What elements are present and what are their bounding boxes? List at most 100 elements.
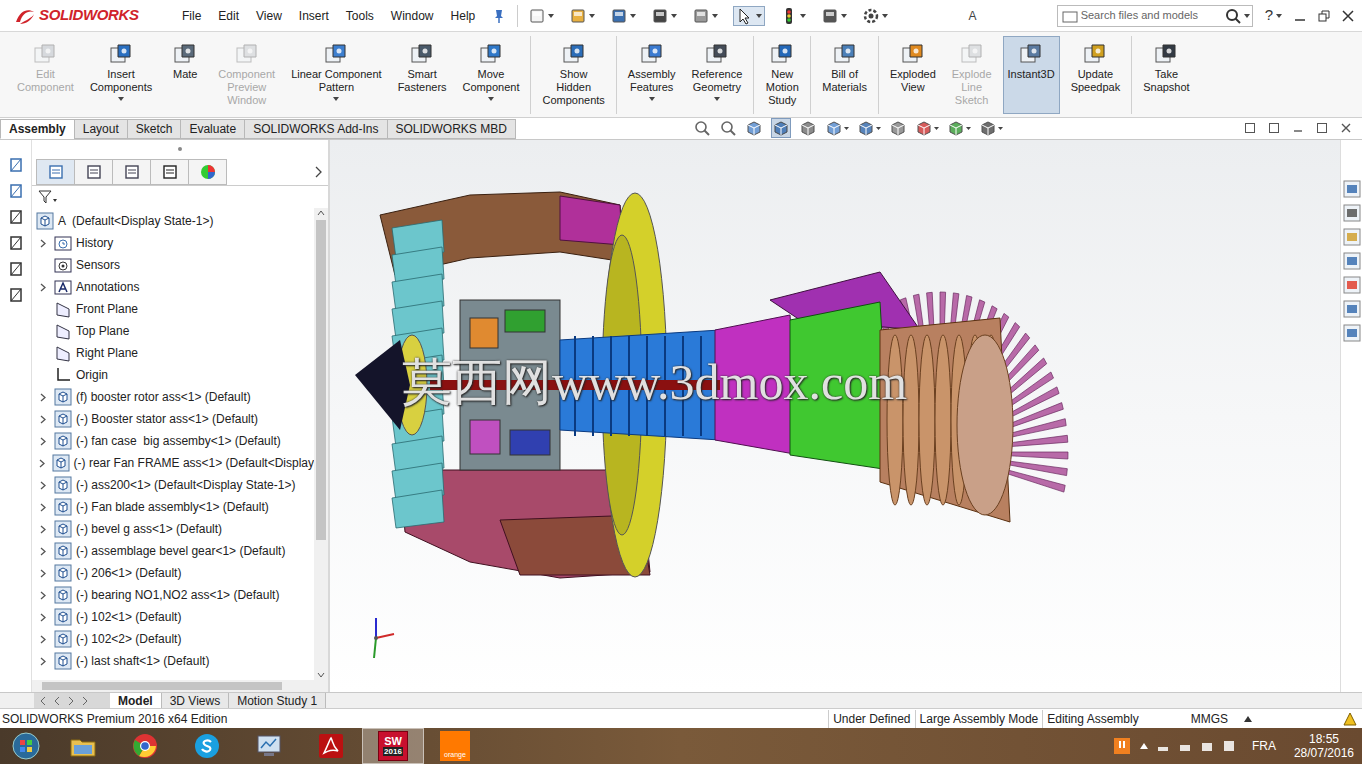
ribbon-button[interactable]: SmartFasteners bbox=[393, 36, 452, 114]
view-tool-button[interactable] bbox=[799, 119, 817, 137]
menu-item[interactable]: Insert bbox=[299, 7, 329, 25]
tree-item[interactable]: Sensors bbox=[32, 254, 314, 276]
help-button[interactable]: ? bbox=[1265, 4, 1273, 27]
quick-tool-button[interactable] bbox=[692, 7, 718, 25]
command-tab[interactable]: Evaluate bbox=[180, 119, 245, 139]
filter-row[interactable] bbox=[32, 186, 328, 208]
taskbar-app[interactable]: orange bbox=[424, 728, 486, 764]
view-tool-button[interactable] bbox=[915, 119, 939, 137]
command-tab[interactable]: SOLIDWORKS MBD bbox=[387, 119, 516, 139]
tree-hscrollbar[interactable] bbox=[32, 680, 328, 692]
taskbar-app[interactable]: SW2016 bbox=[362, 728, 424, 764]
tree-item[interactable]: (-) 206<1> (Default) bbox=[32, 562, 314, 584]
view-tool-button[interactable] bbox=[947, 119, 971, 137]
menu-item[interactable]: Help bbox=[451, 7, 476, 25]
command-tab[interactable]: Layout bbox=[74, 119, 128, 139]
tree-item[interactable]: (f) booster rotor ass<1> (Default) bbox=[32, 386, 314, 408]
quick-tool-button[interactable] bbox=[780, 7, 806, 25]
engine-model[interactable] bbox=[330, 140, 1340, 692]
view-tool-button[interactable] bbox=[857, 119, 881, 137]
tree-item[interactable]: Top Plane bbox=[32, 320, 314, 342]
ribbon-button[interactable]: ShowHiddenComponents bbox=[537, 36, 609, 114]
graphics-area[interactable]: 莫西网www.3dmox.com bbox=[330, 140, 1340, 692]
command-tab[interactable]: Sketch bbox=[127, 119, 182, 139]
tree-item[interactable]: (-) bevel g ass<1> (Default) bbox=[32, 518, 314, 540]
view-tool-button[interactable] bbox=[719, 119, 737, 137]
ribbon-button[interactable]: NewMotionStudy bbox=[760, 36, 804, 114]
view-tool-button[interactable] bbox=[693, 119, 711, 137]
menu-item[interactable]: View bbox=[256, 7, 282, 25]
tree-item[interactable]: Origin bbox=[32, 364, 314, 386]
panel-tab[interactable] bbox=[36, 159, 75, 185]
menu-item[interactable]: Window bbox=[391, 7, 434, 25]
ribbon-button[interactable]: UpdateSpeedpak bbox=[1066, 36, 1126, 114]
taskbar-app[interactable] bbox=[176, 728, 238, 764]
tree-item[interactable]: (-) Booster stator ass<1> (Default) bbox=[32, 408, 314, 430]
ribbon-button[interactable]: AssemblyFeatures bbox=[623, 36, 681, 114]
panel-tab[interactable] bbox=[112, 159, 151, 185]
menu-item[interactable]: Edit bbox=[218, 7, 239, 25]
tree-item[interactable]: (-) fan case big assemby<1> (Default) bbox=[32, 430, 314, 452]
command-tab[interactable]: SOLIDWORKS Add-Ins bbox=[244, 119, 387, 139]
command-tab[interactable]: Assembly bbox=[0, 119, 75, 139]
task-pane-strip bbox=[1340, 140, 1362, 692]
tree-item[interactable]: (-) ass200<1> (Default<Display State-1>) bbox=[32, 474, 314, 496]
tree-item[interactable]: (-) rear Fan FRAME ass<1> (Default<Displ… bbox=[32, 452, 314, 474]
quick-tool-button[interactable] bbox=[528, 7, 554, 25]
tree-item[interactable]: (-) last shaft<1> (Default) bbox=[32, 650, 314, 672]
clock[interactable]: 18:5528/07/2016 bbox=[1294, 732, 1354, 760]
ribbon-button[interactable]: MoveComponent bbox=[458, 36, 525, 114]
search-box[interactable]: Search files and models bbox=[1057, 5, 1253, 27]
ribbon-button[interactable]: Bill ofMaterials bbox=[817, 36, 872, 114]
tree-item[interactable]: History bbox=[32, 232, 314, 254]
tree-item[interactable]: Annotations bbox=[32, 276, 314, 298]
view-tool-button[interactable] bbox=[825, 119, 849, 137]
tree-scrollbar[interactable] bbox=[314, 208, 328, 680]
tree-item[interactable]: (-) bearing NO1,NO2 ass<1> (Default) bbox=[32, 584, 314, 606]
taskbar-app[interactable] bbox=[238, 728, 300, 764]
taskbar-app[interactable] bbox=[300, 728, 362, 764]
start-button[interactable] bbox=[0, 731, 52, 761]
taskbar-app[interactable] bbox=[114, 728, 176, 764]
assembly-icon bbox=[54, 520, 72, 538]
bottom-tab[interactable]: 3D Views bbox=[162, 693, 229, 708]
menu-item[interactable]: File bbox=[182, 7, 201, 25]
panel-tab[interactable] bbox=[74, 159, 113, 185]
panel-tab[interactable] bbox=[188, 159, 227, 185]
quick-tool-button[interactable] bbox=[569, 7, 595, 25]
tree-item[interactable]: Front Plane bbox=[32, 298, 314, 320]
bottom-tab[interactable]: Motion Study 1 bbox=[229, 693, 326, 708]
language-indicator[interactable]: FRA bbox=[1252, 737, 1276, 755]
tree-item[interactable]: (-) 102<2> (Default) bbox=[32, 628, 314, 650]
logo[interactable]: SOLIDWORKS bbox=[0, 4, 178, 27]
panel-tabs bbox=[32, 158, 328, 186]
quick-tool-button[interactable] bbox=[862, 7, 888, 25]
ribbon-button[interactable]: TakeSnapshot bbox=[1138, 36, 1194, 114]
bottom-tab[interactable]: Model bbox=[110, 693, 162, 708]
ribbon-button[interactable]: Linear ComponentPattern bbox=[286, 36, 387, 114]
view-tool-button[interactable] bbox=[771, 118, 791, 138]
tray-icon bbox=[1156, 739, 1170, 753]
menu-item[interactable]: Tools bbox=[346, 7, 374, 25]
ribbon-button[interactable]: InsertComponents bbox=[85, 36, 157, 114]
panel-tab[interactable] bbox=[150, 159, 189, 185]
tree-item[interactable]: (-) Fan blade assembly<1> (Default) bbox=[32, 496, 314, 518]
tree-item[interactable]: (-) assemblage bevel gear<1> (Default) bbox=[32, 540, 314, 562]
ribbon-button[interactable]: ExplodedView bbox=[885, 36, 941, 114]
ribbon-button[interactable]: Mate bbox=[163, 36, 207, 114]
quick-tool-button[interactable] bbox=[733, 6, 765, 26]
ribbon-button[interactable]: ReferenceGeometry bbox=[687, 36, 748, 114]
quick-tool-button[interactable] bbox=[610, 7, 636, 25]
view-tool-button[interactable] bbox=[745, 119, 763, 137]
taskbar-app[interactable] bbox=[52, 728, 114, 764]
tab-scroll-buttons[interactable] bbox=[34, 693, 110, 708]
quick-tool-button[interactable] bbox=[821, 7, 847, 25]
tree-item[interactable]: Right Plane bbox=[32, 342, 314, 364]
quick-tool-button[interactable] bbox=[651, 7, 677, 25]
ribbon-button[interactable]: Instant3D bbox=[1003, 36, 1060, 114]
view-tool-button[interactable] bbox=[889, 119, 907, 137]
view-tool-button[interactable] bbox=[979, 119, 1003, 137]
tree-root[interactable]: A (Default<Display State-1>) bbox=[32, 210, 314, 232]
tree-item[interactable]: (-) 102<1> (Default) bbox=[32, 606, 314, 628]
units-label[interactable]: MMGS bbox=[1191, 710, 1228, 728]
